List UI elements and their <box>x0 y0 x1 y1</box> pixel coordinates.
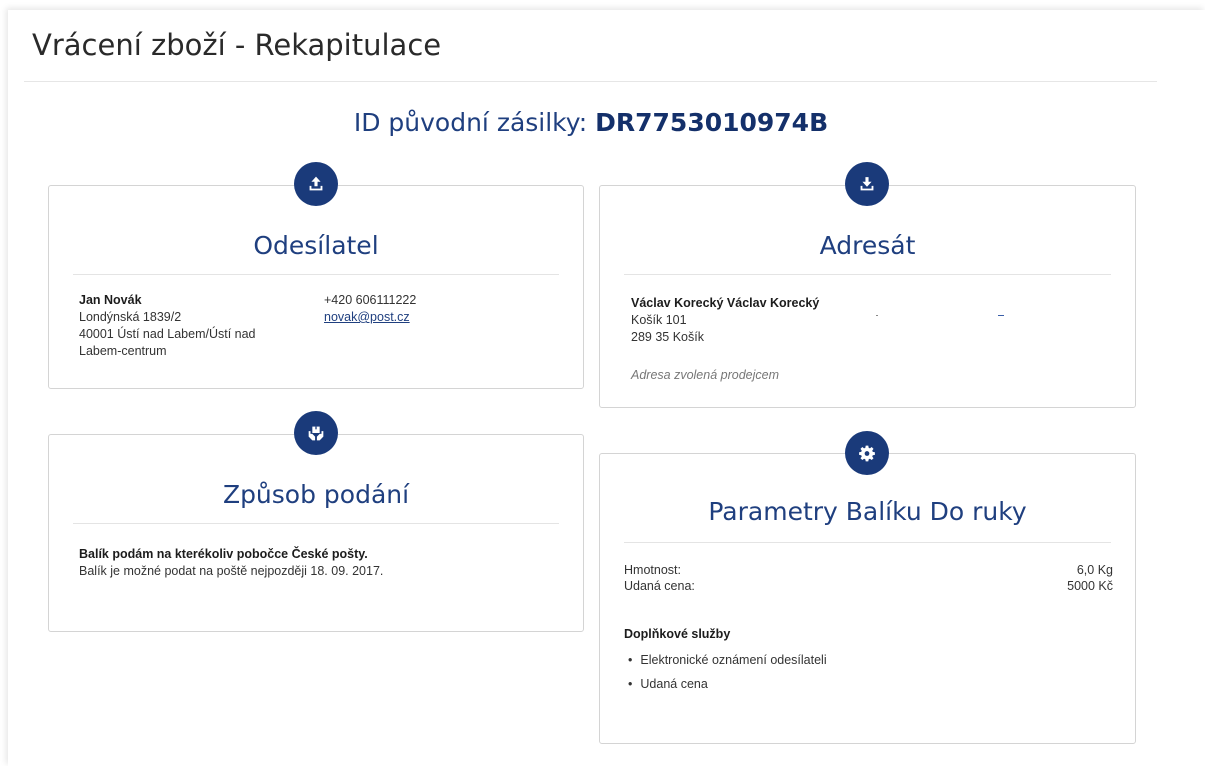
sender-street: Londýnská 1839/2 <box>79 310 182 324</box>
submission-card-title: Způsob podání <box>222 480 410 509</box>
gear-icon <box>859 445 875 462</box>
param-row-label: Hmotnost: <box>624 563 681 577</box>
redaction-mark <box>876 315 878 316</box>
service-label: Elektronické oznámení odesílateli <box>640 653 827 667</box>
sender-city-line1: 40001 Ústí nad Labem/Ústí nad <box>79 327 256 341</box>
download-icon <box>860 177 874 191</box>
submission-detail: Balík je možné podat na poště nejpozději… <box>79 564 384 578</box>
submission-card-icon <box>294 411 338 455</box>
service-list-item: Udaná cena <box>628 676 708 693</box>
parameters-card: Parametry Balíku Do ruky Hmotnost: 6,0 K… <box>599 453 1136 744</box>
shipment-id-value: DR7753010974B <box>595 108 829 137</box>
submission-card: Způsob podání Balík podám na kterékoliv … <box>48 434 584 632</box>
recipient-card-title: Adresát <box>819 231 916 260</box>
services-heading: Doplňkové služby <box>624 627 731 641</box>
sender-phone: +420 606111222 <box>324 293 417 307</box>
recipient-card-divider <box>624 274 1111 275</box>
parameters-card-title: Parametry Balíku Do ruky <box>708 497 1027 526</box>
sender-card: Odesílatel Jan Novák Londýnská 1839/2 40… <box>48 185 584 389</box>
service-label: Udaná cena <box>640 677 708 691</box>
param-row-label: Udaná cena: <box>624 579 695 593</box>
sender-card-title: Odesílatel <box>253 231 379 260</box>
service-list-item: Elektronické oznámení odesílateli <box>628 652 827 669</box>
shipment-id-heading: ID původní zásilky: DR7753010974B <box>0 108 1182 137</box>
param-row-value: 6,0 Kg <box>1076 563 1113 577</box>
title-divider <box>24 81 1157 82</box>
redaction-mark <box>998 315 1004 316</box>
parameters-card-icon <box>845 431 889 475</box>
recipient-city: 289 35 Košík <box>631 330 704 344</box>
sender-city-line2: Labem-centrum <box>79 344 167 358</box>
upload-icon <box>309 176 323 191</box>
recipient-card: Adresát Václav Korecký Václav Korecký Ko… <box>599 185 1136 408</box>
submission-card-divider <box>73 523 559 524</box>
submission-headline: Balík podám na kterékoliv pobočce České … <box>79 547 368 561</box>
sender-name: Jan Novák <box>79 293 142 307</box>
sender-card-divider <box>73 274 559 275</box>
recipient-address-note: Adresa zvolená prodejcem <box>631 368 779 382</box>
hand-package-icon <box>308 426 324 441</box>
shipment-id-label: ID původní zásilky: <box>353 108 596 137</box>
recipient-street: Košík 101 <box>631 313 687 327</box>
recipient-card-icon <box>845 162 889 206</box>
parameters-card-divider <box>624 542 1111 543</box>
sender-card-icon <box>294 162 338 206</box>
sender-email-link[interactable]: novak@post.cz <box>324 309 410 326</box>
page-title: Vrácení zboží - Rekapitulace <box>32 28 442 62</box>
param-row-value: 5000 Kč <box>1067 579 1113 593</box>
recipient-name: Václav Korecký Václav Korecký <box>631 296 820 310</box>
